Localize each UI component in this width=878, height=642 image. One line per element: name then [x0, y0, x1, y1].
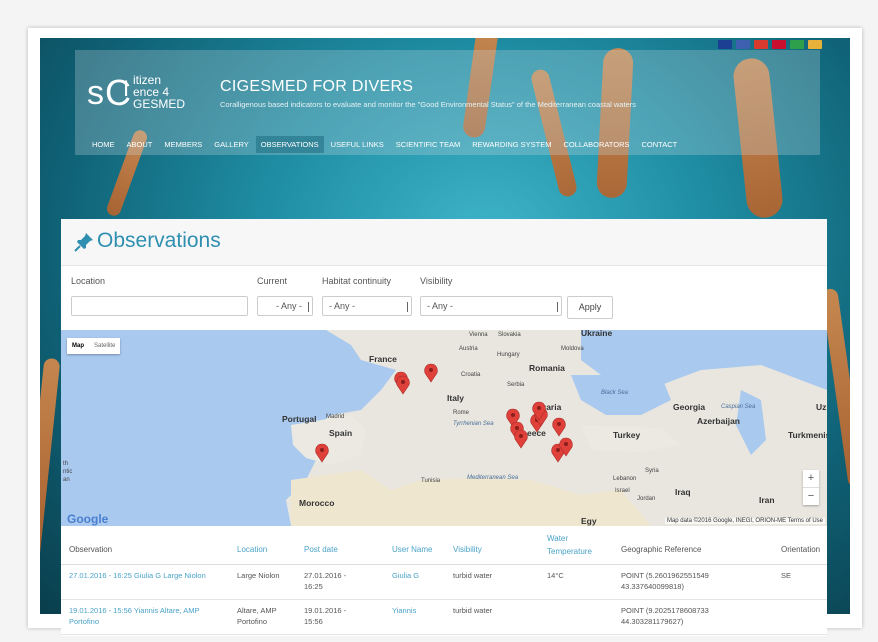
- nav-item-collaborators[interactable]: COLLABORATORS: [559, 136, 635, 153]
- logo-letter: s: [87, 74, 104, 112]
- visibility-select[interactable]: - Any -: [420, 296, 562, 316]
- page-frame: s C I itizen ence 4 GESMED CIGESMED FOR …: [28, 28, 862, 636]
- observations-map[interactable]: Map Satellite France Portugal Madrid Spa…: [61, 330, 827, 526]
- flag-icon[interactable]: [808, 40, 822, 49]
- pushpin-icon: [74, 233, 93, 252]
- site-header: s C I itizen ence 4 GESMED CIGESMED FOR …: [75, 50, 820, 155]
- nav-item-gallery[interactable]: GALLERY: [209, 136, 253, 153]
- cell-geographic-reference: POINT (9.2025178608733 44.303281179627): [621, 606, 709, 626]
- nav-item-contact[interactable]: CONTACT: [637, 136, 683, 153]
- column-header-location[interactable]: Location: [237, 545, 267, 554]
- logo-line3: GESMED: [133, 97, 186, 111]
- nav-item-scientific-team[interactable]: SCIENTIFIC TEAM: [391, 136, 465, 153]
- habitat-label: Habitat continuity: [322, 276, 392, 286]
- cell-post-date: 19.01.2016 - 15:56: [304, 606, 347, 626]
- cell-water-temperature: 14°C: [547, 571, 564, 580]
- cell-visibility: turbid water: [453, 606, 493, 615]
- map-marker-pin[interactable]: [424, 363, 438, 383]
- panel-header: Observations: [61, 219, 827, 266]
- apply-button[interactable]: Apply: [567, 296, 613, 319]
- site-subtitle: Coralligenous based indicators to evalua…: [220, 100, 636, 109]
- nav-item-useful-links[interactable]: USEFUL LINKS: [326, 136, 389, 153]
- cell-user-name[interactable]: Giulia G: [392, 570, 447, 581]
- zoom-out-button[interactable]: −: [803, 487, 819, 505]
- site-logo[interactable]: s C I itizen ence 4 GESMED: [87, 68, 207, 118]
- cell-visibility: turbid water: [453, 571, 493, 580]
- table-row: 19.01.2016 - 15:56 Yiannis Altare, AMP P…: [61, 600, 827, 635]
- nav-item-observations[interactable]: OBSERVATIONS: [255, 136, 324, 153]
- nav-item-home[interactable]: HOME: [87, 136, 120, 153]
- flag-icon[interactable]: [772, 40, 786, 49]
- nav-item-about[interactable]: ABOUT: [122, 136, 158, 153]
- filter-bar: Location Current - Any - Habitat continu…: [61, 266, 827, 331]
- cell-user-name[interactable]: Yiannis: [392, 605, 447, 616]
- cell-orientation: SE: [781, 571, 792, 580]
- column-header-user-name[interactable]: User Name: [392, 545, 432, 554]
- main-nav: HOME ABOUT MEMBERS GALLERY OBSERVATIONS …: [87, 136, 682, 153]
- site-title[interactable]: CIGESMED FOR DIVERS: [220, 78, 413, 96]
- observation-link[interactable]: 19.01.2016 - 15:56 Yiannis Altare, AMP P…: [69, 605, 229, 627]
- column-header-water-temperature[interactable]: Water Temperature: [547, 532, 597, 558]
- map-markers: [315, 363, 573, 463]
- cell-location: Altare, AMP Portofino: [237, 606, 277, 626]
- map-marker-pin[interactable]: [552, 417, 566, 437]
- zoom-control: + −: [803, 470, 819, 505]
- column-header-orientation: Orientation: [781, 545, 821, 554]
- habitat-select[interactable]: - Any -: [322, 296, 412, 316]
- cell-post-date: 27.01.2016 - 16:25: [304, 571, 347, 591]
- column-header-geographic-reference: Geographic Reference: [621, 545, 702, 554]
- coral-decoration: [40, 357, 61, 559]
- column-header-visibility[interactable]: Visibility: [453, 545, 482, 554]
- flag-icon[interactable]: [754, 40, 768, 49]
- column-header-post-date[interactable]: Post date: [304, 545, 338, 554]
- observations-table: Observation Location Post date User Name…: [61, 526, 827, 635]
- map-marker-pin[interactable]: [315, 443, 329, 463]
- observation-link[interactable]: 27.01.2016 - 16:25 Giulia G Large Niolon: [69, 570, 229, 581]
- flag-icon[interactable]: [718, 40, 732, 49]
- cell-geographic-reference: POINT (5.2601962551549 43.337640099818): [621, 571, 709, 591]
- page-title: Observations: [97, 229, 221, 252]
- google-logo[interactable]: Google: [67, 512, 108, 526]
- map-marker-pin[interactable]: [396, 375, 410, 395]
- flag-icon[interactable]: [736, 40, 750, 49]
- current-label: Current: [257, 276, 288, 286]
- location-label: Location: [71, 276, 106, 286]
- table-header: Observation Location Post date User Name…: [61, 526, 827, 565]
- logo-i: I: [123, 76, 130, 101]
- column-header-observation: Observation: [69, 545, 113, 554]
- language-flags: [718, 40, 822, 49]
- observations-panel: Observations Location Current - Any - Ha…: [61, 219, 827, 636]
- location-input[interactable]: [71, 296, 248, 316]
- nav-item-members[interactable]: MEMBERS: [159, 136, 207, 153]
- visibility-label: Visibility: [420, 276, 453, 286]
- nav-item-rewarding-system[interactable]: REWARDING SYSTEM: [467, 136, 556, 153]
- cell-location: Large Niolon: [237, 571, 280, 580]
- map-marker-pin[interactable]: [514, 429, 528, 449]
- current-select[interactable]: - Any -: [257, 296, 313, 316]
- map-credit[interactable]: Map data ©2016 Google, INEGI, ORION-ME T…: [664, 518, 825, 524]
- flag-icon[interactable]: [790, 40, 804, 49]
- table-row: 27.01.2016 - 16:25 Giulia G Large Niolon…: [61, 565, 827, 600]
- zoom-in-button[interactable]: +: [803, 470, 819, 487]
